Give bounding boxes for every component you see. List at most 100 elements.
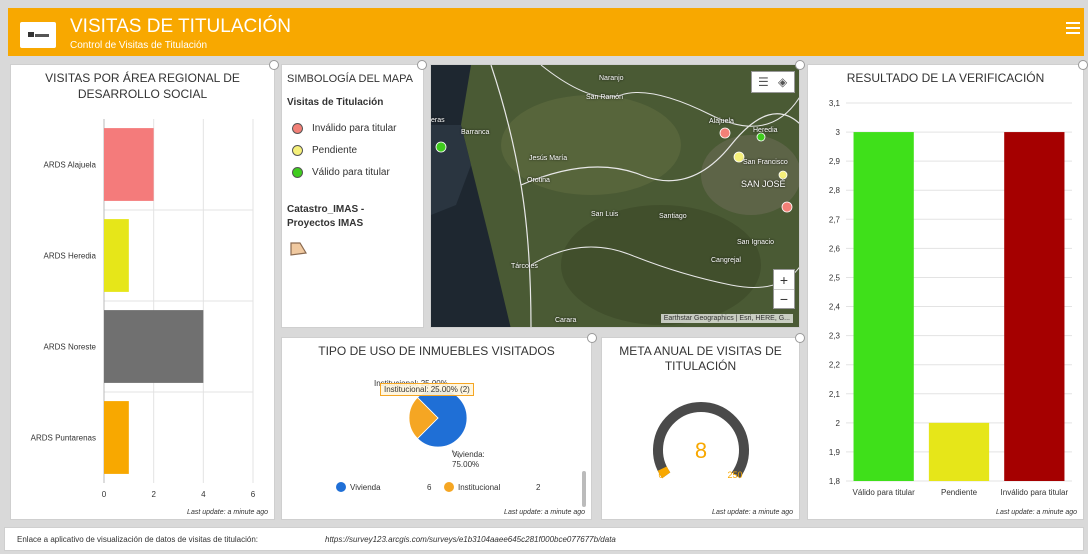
invalid-dot-icon [292,123,303,134]
map-place-label: Carara [555,317,577,324]
map-place-label: Alajuela [709,118,734,125]
y-tick-label: 2,5 [829,273,841,282]
polygon-icon [290,242,307,256]
category-label: ARDS Noreste [44,343,97,352]
map-place-label: Jesús María [529,155,568,162]
legend-layer-catastro: Catastro_IMAS - Proyectos IMAS [287,204,365,229]
app-header: VISITAS DE TITULACIÓN Control de Visitas… [8,8,1084,56]
map-marker-invalid[interactable] [719,127,731,139]
map-place-label: Cangrejal [711,257,741,264]
app-title: VISITAS DE TITULACIÓN [70,16,292,37]
map-place-label: Santiago [659,213,687,220]
y-tick-label: 2,6 [829,244,841,253]
last-update-text: Last update: a minute ago [504,509,585,516]
legend-list-icon[interactable]: ☰ [758,75,769,89]
last-update-text: Last update: a minute ago [712,509,793,516]
legend-label: Institucional [458,483,500,492]
resize-handle[interactable] [795,333,805,343]
legend-label: Inválido para titular [312,123,397,134]
verification-bar-chart: 1,8 1,9 2 2,1 2,2 2,3 2,4 2,5 2,6 2,7 2,8 2,9 3 3,1 Vá… [829,99,1072,497]
map-marker-invalid[interactable] [781,201,793,213]
legend-value: 6 [427,483,432,492]
bar [928,422,990,481]
y-tick-label: 1,9 [829,448,841,457]
map-place-label: eras [431,117,445,124]
map-marker-valid[interactable] [435,141,447,153]
map-place-label: San Ramón [586,94,623,101]
resize-handle[interactable] [795,60,805,70]
bar [104,128,154,201]
legend-swatch [336,482,346,492]
map-panel[interactable]: Naranjo San Ramón Alajuela Heredia Barra… [430,64,800,328]
legend-title: SIMBOLOGÍA DEL MAPA [287,73,413,85]
category-label: ARDS Heredia [44,252,97,261]
legend-label: Pendiente [312,145,358,156]
gauge-max: 250 [727,470,742,480]
satellite-map[interactable] [431,65,800,328]
y-tick-label: 2,9 [829,157,841,166]
y-tick-label: 2,1 [829,390,841,399]
last-update-text: Last update: a minute ago [187,509,268,516]
map-marker-valid[interactable] [756,132,766,142]
map-place-label: Orotina [527,177,550,184]
legend-layer-visits: Visitas de Titulación [287,97,384,108]
map-legend-panel: SIMBOLOGÍA DEL MAPA Visitas de Titulació… [281,64,424,328]
y-tick-label: 2,8 [829,186,841,195]
legend-label: Válido para titular [312,167,390,178]
category-label: Inválido para titular [1001,488,1069,497]
vivienda-label: Vivienda: [452,450,485,459]
category-label: Pendiente [941,488,978,497]
menu-icon[interactable] [1066,22,1080,36]
y-tick-label: 3,1 [829,99,841,108]
map-place-label: SAN JOSÉ [741,179,786,189]
map-place-label: San Francisco [743,159,788,166]
legend-label: Vivienda [350,483,381,492]
x-tick-label: 6 [251,490,256,499]
zoom-controls: + − [773,269,795,309]
y-tick-label: 2 [836,419,841,428]
bar [1004,132,1065,482]
bar [104,219,129,292]
legend-swatch [444,482,454,492]
y-tick-label: 1,8 [829,477,841,486]
bar [853,132,914,482]
pending-dot-icon [292,145,303,156]
y-tick-label: 2,7 [829,215,841,224]
layers-icon[interactable]: ◈ [778,75,787,89]
legend-scrollbar[interactable] [582,471,586,507]
valid-dot-icon [292,167,303,178]
annual-goal-panel: META ANUAL DE VISITAS DE TITULACIÓN 8 0 25… [601,337,800,520]
footer-panel: Enlace a aplicativo de visualización de … [4,527,1084,551]
map-tools: ☰ ◈ [751,71,795,93]
y-tick-label: 2,4 [829,303,841,312]
category-label: Válido para titular [853,488,916,497]
map-place-label: Barranca [461,129,490,136]
property-use-pie-chart: Vivienda:75.00%Institucional: 25.00%Vivi… [336,379,541,492]
last-update-text: Last update: a minute ago [996,509,1077,516]
resize-handle[interactable] [269,60,279,70]
category-label: ARDS Alajuela [44,161,97,170]
footer-label: Enlace a aplicativo de visualización de … [17,535,259,544]
zoom-in-button[interactable]: + [774,270,794,290]
pie-tooltip: Institucional: 25.00% (2) [380,383,474,396]
resize-handle[interactable] [1078,60,1088,70]
bar [104,310,204,383]
goal-gauge: 8 0 250 [653,402,749,480]
gauge-value: 8 [695,438,707,463]
zoom-out-button[interactable]: − [774,290,794,309]
category-label: ARDS Puntarenas [31,434,96,443]
map-place-label: Tárcoles [511,263,538,270]
property-use-panel: TIPO DE USO DE INMUEBLES VISITADOS Vivie… [281,337,592,520]
map-marker-pending[interactable] [778,170,788,180]
y-tick-label: 2,2 [829,361,841,370]
region-bar-chart: 0 2 4 6 ARDS Alajuela ARDS Heredia ARDS Norest… [31,119,256,499]
resize-handle[interactable] [417,60,427,70]
legend-value: 2 [536,483,541,492]
map-place-label: Heredia [753,127,778,134]
y-tick-label: 3 [836,128,841,137]
map-place-label: San Luis [591,211,619,218]
survey-data-link[interactable]: https://survey123.arcgis.com/surveys/e1b… [325,535,616,544]
gauge-min: 0 [658,470,663,480]
resize-handle[interactable] [587,333,597,343]
region-visits-panel: VISITAS POR ÁREA REGIONAL DE DESARROLLO … [10,64,275,520]
